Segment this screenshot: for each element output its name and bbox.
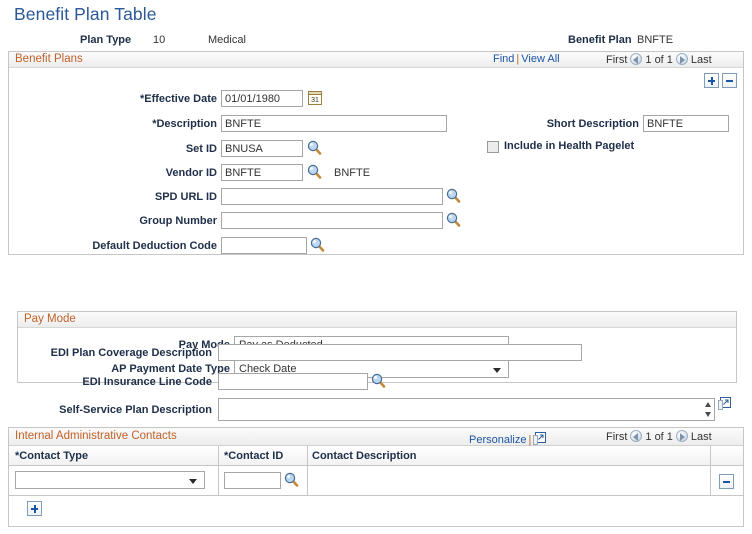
column-header-contact-id[interactable]: *Contact ID <box>224 450 283 462</box>
pay-mode-header: Pay Mode <box>18 312 736 328</box>
last-label[interactable]: Last <box>691 54 712 66</box>
spd-url-id-input[interactable] <box>221 188 443 205</box>
contacts-pager: First 1 of 1 Last <box>606 430 712 443</box>
description-label: *Description <box>152 118 217 130</box>
vendor-id-description: BNFTE <box>334 167 371 179</box>
add-row-plus-icon[interactable] <box>704 73 719 88</box>
pay-mode-title: Pay Mode <box>24 313 76 325</box>
contacts-grid-footer <box>9 496 743 524</box>
edi-plan-coverage-description-label: EDI Plan Coverage Description <box>50 347 212 359</box>
benefit-plans-pager: First 1 of 1 Last <box>606 53 712 66</box>
set-id-lookup-icon[interactable] <box>307 140 322 155</box>
edi-plan-coverage-description-input[interactable] <box>218 344 582 361</box>
calendar-icon[interactable]: 31 <box>308 91 322 105</box>
first-label[interactable]: First <box>606 54 627 66</box>
column-header-contact-type[interactable]: *Contact Type <box>15 450 88 462</box>
contacts-add-row-plus-icon[interactable] <box>27 501 42 516</box>
column-divider <box>307 446 308 465</box>
group-number-input[interactable] <box>221 212 443 229</box>
chevron-down-icon <box>189 479 197 484</box>
benefit-plan-label: Benefit Plan <box>568 34 632 46</box>
include-health-pagelet-label: Include in Health Pagelet <box>504 140 635 152</box>
set-id-label: Set ID <box>185 143 217 155</box>
effective-date-label: *Effective Date <box>139 93 217 105</box>
internal-administrative-contacts-grid: Internal Administrative Contacts Persona… <box>8 427 744 527</box>
previous-row-icon[interactable] <box>630 53 643 65</box>
default-deduction-code-label: Default Deduction Code <box>92 240 217 252</box>
short-description-input[interactable] <box>643 115 729 132</box>
description-input[interactable] <box>221 115 447 132</box>
column-divider <box>710 446 711 465</box>
benefit-plan-value: BNFTE <box>637 34 674 46</box>
next-row-icon[interactable] <box>675 53 688 65</box>
find-link[interactable]: Find <box>493 53 514 65</box>
ap-payment-date-type-label: AP Payment Date Type <box>111 363 230 375</box>
table-row <box>9 466 743 496</box>
chevron-down-icon <box>493 368 501 373</box>
contacts-column-header-row: *Contact Type *Contact ID Contact Descri… <box>9 446 743 466</box>
plan-summary-row: Plan Type 10 Medical Benefit Plan BNFTE <box>0 33 752 50</box>
default-deduction-code-lookup-icon[interactable] <box>310 237 325 252</box>
benefit-plan-table-page: Benefit Plan Table Plan Type 10 Medical … <box>0 0 752 534</box>
column-divider <box>307 466 308 495</box>
edi-insurance-line-code-label: EDI Insurance Line Code <box>82 376 212 388</box>
contact-id-input[interactable] <box>224 472 281 489</box>
self-service-expand-icon[interactable] <box>718 397 731 410</box>
contacts-grid-header: Internal Administrative Contacts Persona… <box>9 428 743 446</box>
scroll-up-icon[interactable] <box>705 402 711 407</box>
default-deduction-code-input[interactable] <box>221 237 307 254</box>
include-health-pagelet-checkbox[interactable] <box>487 141 499 153</box>
column-divider <box>218 466 219 495</box>
contacts-next-icon[interactable] <box>675 430 688 442</box>
column-divider <box>710 466 711 495</box>
edi-insurance-line-code-input[interactable] <box>218 373 368 390</box>
vendor-id-label: Vendor ID <box>165 167 217 179</box>
vendor-id-lookup-icon[interactable] <box>307 164 322 179</box>
effective-date-input[interactable] <box>221 90 303 107</box>
contacts-previous-icon[interactable] <box>630 430 643 442</box>
edi-insurance-line-code-lookup-icon[interactable] <box>371 373 386 388</box>
contacts-grid-title: Internal Administrative Contacts <box>15 430 177 442</box>
benefit-plans-groupbox: Benefit Plans Find | View All First 1 of 1 L… <box>8 51 744 383</box>
group-number-label: Group Number <box>139 215 217 227</box>
plan-type-value: 10 <box>153 34 166 46</box>
textarea-scrollbar[interactable] <box>702 398 715 421</box>
contacts-expand-icon[interactable] <box>533 432 547 445</box>
plan-type-description: Medical <box>208 34 246 46</box>
group-number-lookup-icon[interactable] <box>446 212 461 227</box>
nav-separator: | <box>528 434 532 446</box>
set-id-input[interactable] <box>221 140 303 157</box>
page-title: Benefit Plan Table <box>14 4 157 24</box>
self-service-plan-description-textarea[interactable] <box>218 398 703 421</box>
contacts-delete-row-minus-icon[interactable] <box>719 474 734 489</box>
scroll-down-icon[interactable] <box>705 412 711 417</box>
self-service-plan-description-label: Self-Service Plan Description <box>59 404 212 416</box>
column-divider <box>218 446 219 465</box>
delete-row-minus-icon[interactable] <box>722 73 737 88</box>
benefit-plans-title: Benefit Plans <box>15 53 83 65</box>
plan-type-label: Plan Type <box>80 34 132 46</box>
contacts-first-label[interactable]: First <box>606 431 627 443</box>
spd-url-id-lookup-icon[interactable] <box>446 188 461 203</box>
contacts-page-indicator: 1 of 1 <box>645 431 673 443</box>
view-all-link[interactable]: View All <box>521 53 559 65</box>
contacts-last-label[interactable]: Last <box>691 431 712 443</box>
personalize-link[interactable]: Personalize <box>469 434 526 446</box>
benefit-plans-find-viewall: Find | View All <box>493 53 560 65</box>
page-indicator: 1 of 1 <box>645 54 673 66</box>
spd-url-id-label: SPD URL ID <box>154 191 217 203</box>
contact-id-lookup-icon[interactable] <box>284 472 299 487</box>
svg-text:31: 31 <box>311 97 319 104</box>
benefit-plans-row-actions <box>704 73 737 88</box>
vendor-id-input[interactable] <box>221 164 303 181</box>
column-header-contact-description[interactable]: Contact Description <box>312 450 417 462</box>
contacts-personalize-group: Personalize | <box>469 430 547 446</box>
contact-type-select[interactable] <box>15 471 205 489</box>
benefit-plans-header: Benefit Plans Find | View All First 1 of 1 L… <box>9 52 743 68</box>
short-description-label: Short Description <box>546 118 639 130</box>
